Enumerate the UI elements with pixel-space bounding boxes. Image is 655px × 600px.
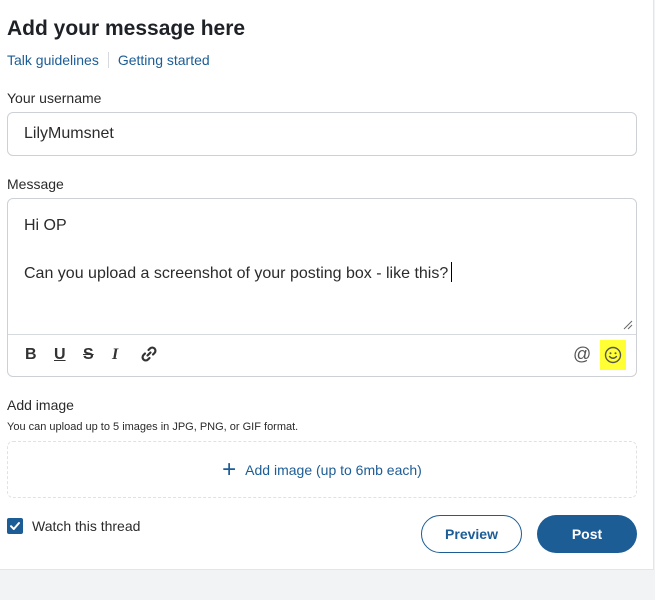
bold-icon[interactable]: B — [25, 346, 37, 364]
add-image-button-label: Add image (up to 6mb each) — [245, 461, 422, 478]
link-icon[interactable] — [140, 345, 158, 368]
watch-thread-control[interactable]: Watch this thread — [7, 518, 140, 534]
plus-icon: + — [222, 455, 237, 483]
talk-guidelines-link[interactable]: Talk guidelines — [7, 52, 99, 68]
checkmark-icon — [10, 522, 20, 530]
form-title: Add your message here — [7, 17, 246, 40]
strikethrough-icon[interactable]: S — [83, 346, 94, 364]
add-image-hint: You can upload up to 5 images in JPG, PN… — [7, 421, 299, 433]
post-button[interactable]: Post — [537, 515, 637, 553]
resize-handle-icon[interactable] — [621, 318, 633, 330]
message-textarea[interactable]: Hi OP Can you upload a screenshot of you… — [24, 214, 624, 286]
message-line: Can you upload a screenshot of your post… — [24, 265, 449, 282]
post-form: Add your message here Talk guidelines Ge… — [0, 0, 654, 570]
add-image-label: Add image — [7, 397, 74, 413]
message-label: Message — [7, 176, 64, 192]
mention-icon[interactable]: @ — [573, 345, 591, 363]
preview-button[interactable]: Preview — [421, 515, 522, 553]
italic-icon[interactable]: I — [112, 346, 118, 364]
username-label: Your username — [7, 90, 102, 106]
guides-links: Talk guidelines Getting started — [7, 52, 210, 68]
username-field[interactable]: LilyMumsnet — [7, 112, 637, 156]
message-line: Hi OP — [24, 217, 67, 234]
getting-started-link[interactable]: Getting started — [118, 52, 210, 68]
text-caret — [451, 262, 453, 282]
formatting-toolbar: B U S I @ — [8, 334, 636, 376]
message-line — [24, 238, 624, 262]
link-divider — [107, 52, 109, 68]
emoji-icon[interactable] — [600, 340, 626, 370]
add-image-dropzone[interactable]: + Add image (up to 6mb each) — [7, 441, 637, 498]
watch-thread-checkbox[interactable] — [7, 518, 23, 534]
message-editor[interactable]: Hi OP Can you upload a screenshot of you… — [7, 198, 637, 377]
watch-thread-label: Watch this thread — [32, 518, 141, 534]
underline-icon[interactable]: U — [54, 346, 66, 364]
